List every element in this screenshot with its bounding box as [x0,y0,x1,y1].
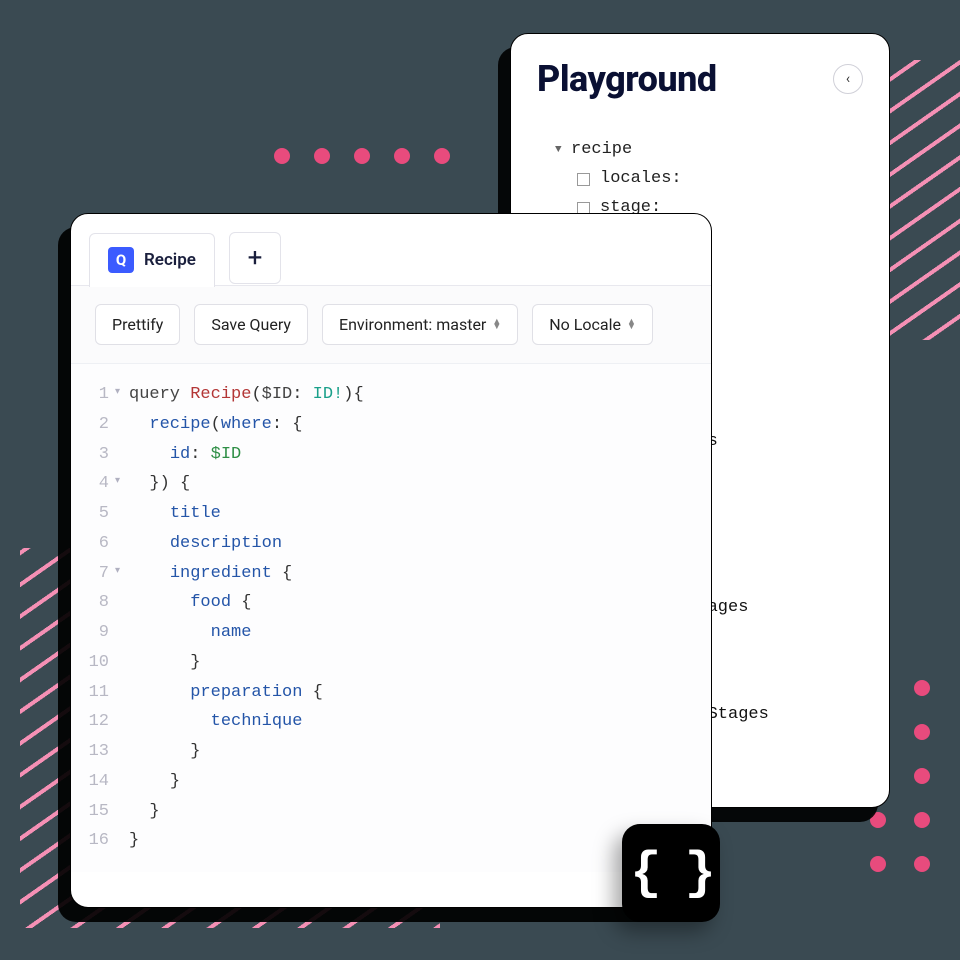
fold-icon [115,529,129,559]
line-number: 15 [71,797,115,827]
braces-badge: { } [622,824,720,922]
code-line[interactable]: 13 } [71,737,711,767]
line-number: 14 [71,767,115,797]
query-editor-panel: Q Recipe + Prettify Save Query Environme… [70,213,712,908]
line-number: 13 [71,737,115,767]
line-number: 12 [71,707,115,737]
line-number: 16 [71,826,115,856]
code-source: } [129,648,200,678]
line-number: 2 [71,410,115,440]
code-source: }) { [129,469,190,499]
code-source: query Recipe($ID: ID!){ [129,380,364,410]
fold-icon [115,678,129,708]
code-line[interactable]: 16} [71,826,711,856]
tab-recipe[interactable]: Q Recipe [89,233,215,287]
code-source: description [129,529,282,559]
fold-icon [115,648,129,678]
code-source: recipe(where: { [129,410,302,440]
line-number: 5 [71,499,115,529]
code-line[interactable]: 15 } [71,797,711,827]
locale-select[interactable]: No Locale ▲▼ [532,304,653,345]
code-line[interactable]: 6 description [71,529,711,559]
code-line[interactable]: 1▾query Recipe($ID: ID!){ [71,380,711,410]
code-line[interactable]: 9 name [71,618,711,648]
tree-node-locales[interactable]: locales: [537,165,863,194]
sort-icon: ▲▼ [492,320,501,330]
code-source: } [129,797,160,827]
code-source: name [129,618,251,648]
fold-icon [115,707,129,737]
tree-label: recipe [571,136,632,165]
fold-icon [115,440,129,470]
code-source: } [129,737,200,767]
code-line[interactable]: 4▾ }) { [71,469,711,499]
code-line[interactable]: 14 } [71,767,711,797]
environment-select[interactable]: Environment: master ▲▼ [322,304,518,345]
sort-icon: ▲▼ [627,320,636,330]
chevron-left-icon: ‹ [846,71,850,87]
braces-icon: { } [630,844,712,903]
query-badge-icon: Q [108,247,134,273]
line-number: 6 [71,529,115,559]
prettify-button[interactable]: Prettify [95,304,180,345]
code-source: } [129,826,139,856]
fold-icon [115,767,129,797]
code-editor[interactable]: 1▾query Recipe($ID: ID!){2 recipe(where:… [71,364,711,872]
fold-icon[interactable]: ▾ [115,469,129,499]
playground-title: Playground [537,58,717,100]
add-tab-button[interactable]: + [229,232,281,284]
line-number: 3 [71,440,115,470]
collapse-button[interactable]: ‹ [833,64,863,94]
code-source: technique [129,707,302,737]
line-number: 1 [71,380,115,410]
line-number: 9 [71,618,115,648]
code-source: food { [129,588,251,618]
code-line[interactable]: 3 id: $ID [71,440,711,470]
code-source: title [129,499,221,529]
code-line[interactable]: 10 } [71,648,711,678]
code-line[interactable]: 5 title [71,499,711,529]
fold-icon [115,797,129,827]
code-line[interactable]: 2 recipe(where: { [71,410,711,440]
caret-down-icon: ▼ [555,141,565,160]
fold-icon [115,588,129,618]
save-query-button[interactable]: Save Query [194,304,308,345]
tree-label: locales: [600,165,682,194]
fold-icon [115,499,129,529]
fold-icon [115,410,129,440]
fold-icon[interactable]: ▾ [115,559,129,589]
code-source: ingredient { [129,559,292,589]
code-line[interactable]: 7▾ ingredient { [71,559,711,589]
fold-icon [115,737,129,767]
code-source: } [129,767,180,797]
code-line[interactable]: 8 food { [71,588,711,618]
tab-label: Recipe [144,250,196,270]
code-source: id: $ID [129,440,241,470]
plus-icon: + [248,243,263,273]
fold-icon [115,826,129,856]
line-number: 8 [71,588,115,618]
fold-icon [115,618,129,648]
fold-icon[interactable]: ▾ [115,380,129,410]
tree-node-recipe[interactable]: ▼ recipe [537,136,863,165]
editor-toolbar: Prettify Save Query Environment: master … [71,286,711,364]
code-line[interactable]: 12 technique [71,707,711,737]
line-number: 7 [71,559,115,589]
line-number: 4 [71,469,115,499]
line-number: 10 [71,648,115,678]
code-source: preparation { [129,678,323,708]
checkbox-icon[interactable] [577,173,590,186]
tab-bar: Q Recipe + [71,214,711,286]
line-number: 11 [71,678,115,708]
code-line[interactable]: 11 preparation { [71,678,711,708]
